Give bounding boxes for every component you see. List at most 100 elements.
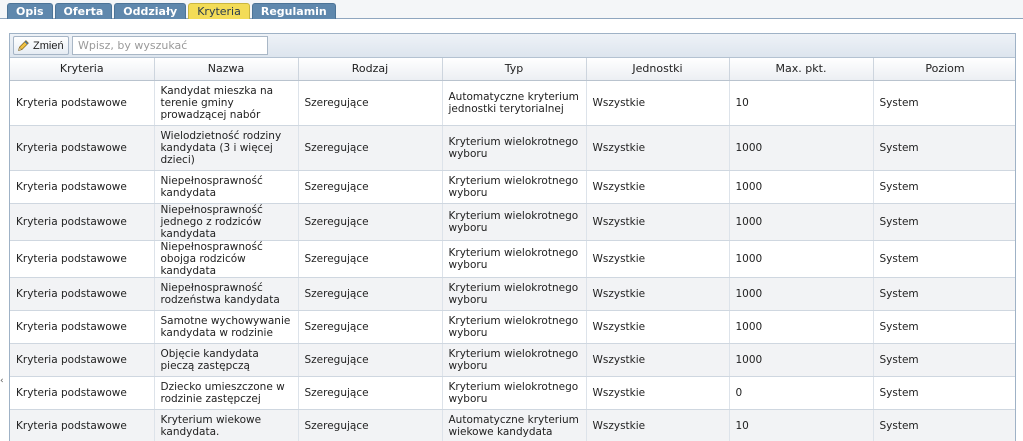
tabs: Opis Oferta Oddziały Kryteria Regulamin xyxy=(7,3,336,19)
grid-toolbar: Zmień xyxy=(10,34,1015,58)
table-row[interactable]: Kryteria podstawowe Kryterium wiekowe ka… xyxy=(10,409,1015,441)
table-row[interactable]: Kryteria podstawowe Wielodzietność rodzi… xyxy=(10,125,1015,171)
cell-jednostki: Wszystkie xyxy=(586,310,730,344)
column-header-nazwa[interactable]: Nazwa xyxy=(154,58,299,81)
cell-kryteria: Kryteria podstawowe xyxy=(10,203,155,241)
tab-regulamin[interactable]: Regulamin xyxy=(251,3,336,19)
table-row[interactable]: Kryteria podstawowe Niepełnosprawność ka… xyxy=(10,170,1015,204)
table-row[interactable]: Kryteria podstawowe Niepełnosprawność je… xyxy=(10,203,1015,241)
cell-typ: Kryterium wielokrotnego wyboru xyxy=(442,376,587,410)
column-header-rodzaj[interactable]: Rodzaj xyxy=(298,58,443,81)
cell-rodzaj: Szeregujące xyxy=(298,409,443,441)
column-header-kryteria[interactable]: Kryteria xyxy=(10,58,155,81)
cell-poziom: System xyxy=(873,310,1015,344)
table-row[interactable]: Kryteria podstawowe Samotne wychowywanie… xyxy=(10,310,1015,344)
cell-jednostki: Wszystkie xyxy=(586,80,730,126)
tab-opis[interactable]: Opis xyxy=(7,3,53,19)
cell-kryteria: Kryteria podstawowe xyxy=(10,343,155,377)
cell-kryteria: Kryteria podstawowe xyxy=(10,125,155,171)
cell-poziom: System xyxy=(873,80,1015,126)
search-input[interactable] xyxy=(72,36,268,55)
cell-jednostki: Wszystkie xyxy=(586,376,730,410)
cell-jednostki: Wszystkie xyxy=(586,343,730,377)
cell-rodzaj: Szeregujące xyxy=(298,277,443,311)
cell-typ: Kryterium wielokrotnego wyboru xyxy=(442,203,587,241)
table-row[interactable]: Kryteria podstawowe Dziecko umieszczone … xyxy=(10,376,1015,410)
cell-nazwa: Samotne wychowywanie kandydata w rodzini… xyxy=(154,310,299,344)
splitter-handle[interactable]: ‹ xyxy=(0,377,4,386)
cell-poziom: System xyxy=(873,343,1015,377)
column-header-max-pkt[interactable]: Max. pkt. xyxy=(729,58,874,81)
cell-kryteria: Kryteria podstawowe xyxy=(10,376,155,410)
cell-typ: Kryterium wielokrotnego wyboru xyxy=(442,310,587,344)
cell-poziom: System xyxy=(873,376,1015,410)
cell-typ: Kryterium wielokrotnego wyboru xyxy=(442,343,587,377)
cell-poziom: System xyxy=(873,170,1015,204)
criteria-table: Kryteria Nazwa Rodzaj Typ Jednostki Max.… xyxy=(10,58,1015,441)
cell-poziom: System xyxy=(873,203,1015,241)
cell-poziom: System xyxy=(873,240,1015,278)
column-header-typ[interactable]: Typ xyxy=(442,58,587,81)
cell-kryteria: Kryteria podstawowe xyxy=(10,240,155,278)
cell-nazwa: Dziecko umieszczone w rodzinie zastępcze… xyxy=(154,376,299,410)
cell-kryteria: Kryteria podstawowe xyxy=(10,310,155,344)
cell-max-pkt: 1000 xyxy=(729,343,874,377)
cell-rodzaj: Szeregujące xyxy=(298,310,443,344)
column-header-poziom[interactable]: Poziom xyxy=(873,58,1015,81)
cell-rodzaj: Szeregujące xyxy=(298,170,443,204)
cell-rodzaj: Szeregujące xyxy=(298,343,443,377)
table-header-row: Kryteria Nazwa Rodzaj Typ Jednostki Max.… xyxy=(10,58,1015,81)
cell-max-pkt: 1000 xyxy=(729,203,874,241)
cell-max-pkt: 10 xyxy=(729,409,874,441)
cell-poziom: System xyxy=(873,125,1015,171)
cell-max-pkt: 1000 xyxy=(729,277,874,311)
cell-jednostki: Wszystkie xyxy=(586,277,730,311)
cell-poziom: System xyxy=(873,409,1015,441)
cell-jednostki: Wszystkie xyxy=(586,409,730,441)
cell-nazwa: Niepełnosprawność rodzeństwa kandydata xyxy=(154,277,299,311)
table-row[interactable]: Kryteria podstawowe Kandydat mieszka na … xyxy=(10,80,1015,126)
cell-max-pkt: 1000 xyxy=(729,310,874,344)
cell-rodzaj: Szeregujące xyxy=(298,80,443,126)
criteria-panel: Zmień Kryteria Nazwa Rodzaj Typ Jednostk… xyxy=(9,33,1016,441)
cell-jednostki: Wszystkie xyxy=(586,170,730,204)
cell-nazwa: Niepełnosprawność jednego z rodziców kan… xyxy=(154,203,299,241)
cell-rodzaj: Szeregujące xyxy=(298,203,443,241)
cell-kryteria: Kryteria podstawowe xyxy=(10,409,155,441)
pencil-icon xyxy=(18,40,29,51)
cell-max-pkt: 10 xyxy=(729,80,874,126)
edit-button[interactable]: Zmień xyxy=(13,36,69,55)
cell-max-pkt: 0 xyxy=(729,376,874,410)
cell-jednostki: Wszystkie xyxy=(586,125,730,171)
cell-max-pkt: 1000 xyxy=(729,125,874,171)
cell-nazwa: Kandydat mieszka na terenie gminy prowad… xyxy=(154,80,299,126)
cell-max-pkt: 1000 xyxy=(729,240,874,278)
cell-jednostki: Wszystkie xyxy=(586,240,730,278)
cell-jednostki: Wszystkie xyxy=(586,203,730,241)
cell-poziom: System xyxy=(873,277,1015,311)
table-row[interactable]: Kryteria podstawowe Niepełnosprawność ro… xyxy=(10,277,1015,311)
cell-rodzaj: Szeregujące xyxy=(298,125,443,171)
tab-oddzialy[interactable]: Oddziały xyxy=(114,3,187,19)
cell-nazwa: Niepełnosprawność kandydata xyxy=(154,170,299,204)
cell-rodzaj: Szeregujące xyxy=(298,240,443,278)
table-row[interactable]: Kryteria podstawowe Niepełnosprawność ob… xyxy=(10,240,1015,278)
cell-rodzaj: Szeregujące xyxy=(298,376,443,410)
cell-typ: Automatyczne kryterium jednostki terytor… xyxy=(442,80,587,126)
cell-typ: Kryterium wielokrotnego wyboru xyxy=(442,170,587,204)
cell-typ: Kryterium wielokrotnego wyboru xyxy=(442,277,587,311)
table-row[interactable]: Kryteria podstawowe Objęcie kandydata pi… xyxy=(10,343,1015,377)
cell-nazwa: Niepełnosprawność obojga rodziców kandyd… xyxy=(154,240,299,278)
cell-kryteria: Kryteria podstawowe xyxy=(10,277,155,311)
tab-kryteria[interactable]: Kryteria xyxy=(188,3,250,19)
cell-nazwa: Objęcie kandydata pieczą zastępczą xyxy=(154,343,299,377)
cell-kryteria: Kryteria podstawowe xyxy=(10,170,155,204)
edit-button-label: Zmień xyxy=(33,39,64,52)
column-header-jednostki[interactable]: Jednostki xyxy=(586,58,730,81)
cell-typ: Kryterium wielokrotnego wyboru xyxy=(442,125,587,171)
cell-kryteria: Kryteria podstawowe xyxy=(10,80,155,126)
cell-max-pkt: 1000 xyxy=(729,170,874,204)
cell-nazwa: Kryterium wiekowe kandydata. xyxy=(154,409,299,441)
cell-typ: Automatyczne kryterium wiekowe kandydata xyxy=(442,409,587,441)
tab-oferta[interactable]: Oferta xyxy=(54,3,113,19)
